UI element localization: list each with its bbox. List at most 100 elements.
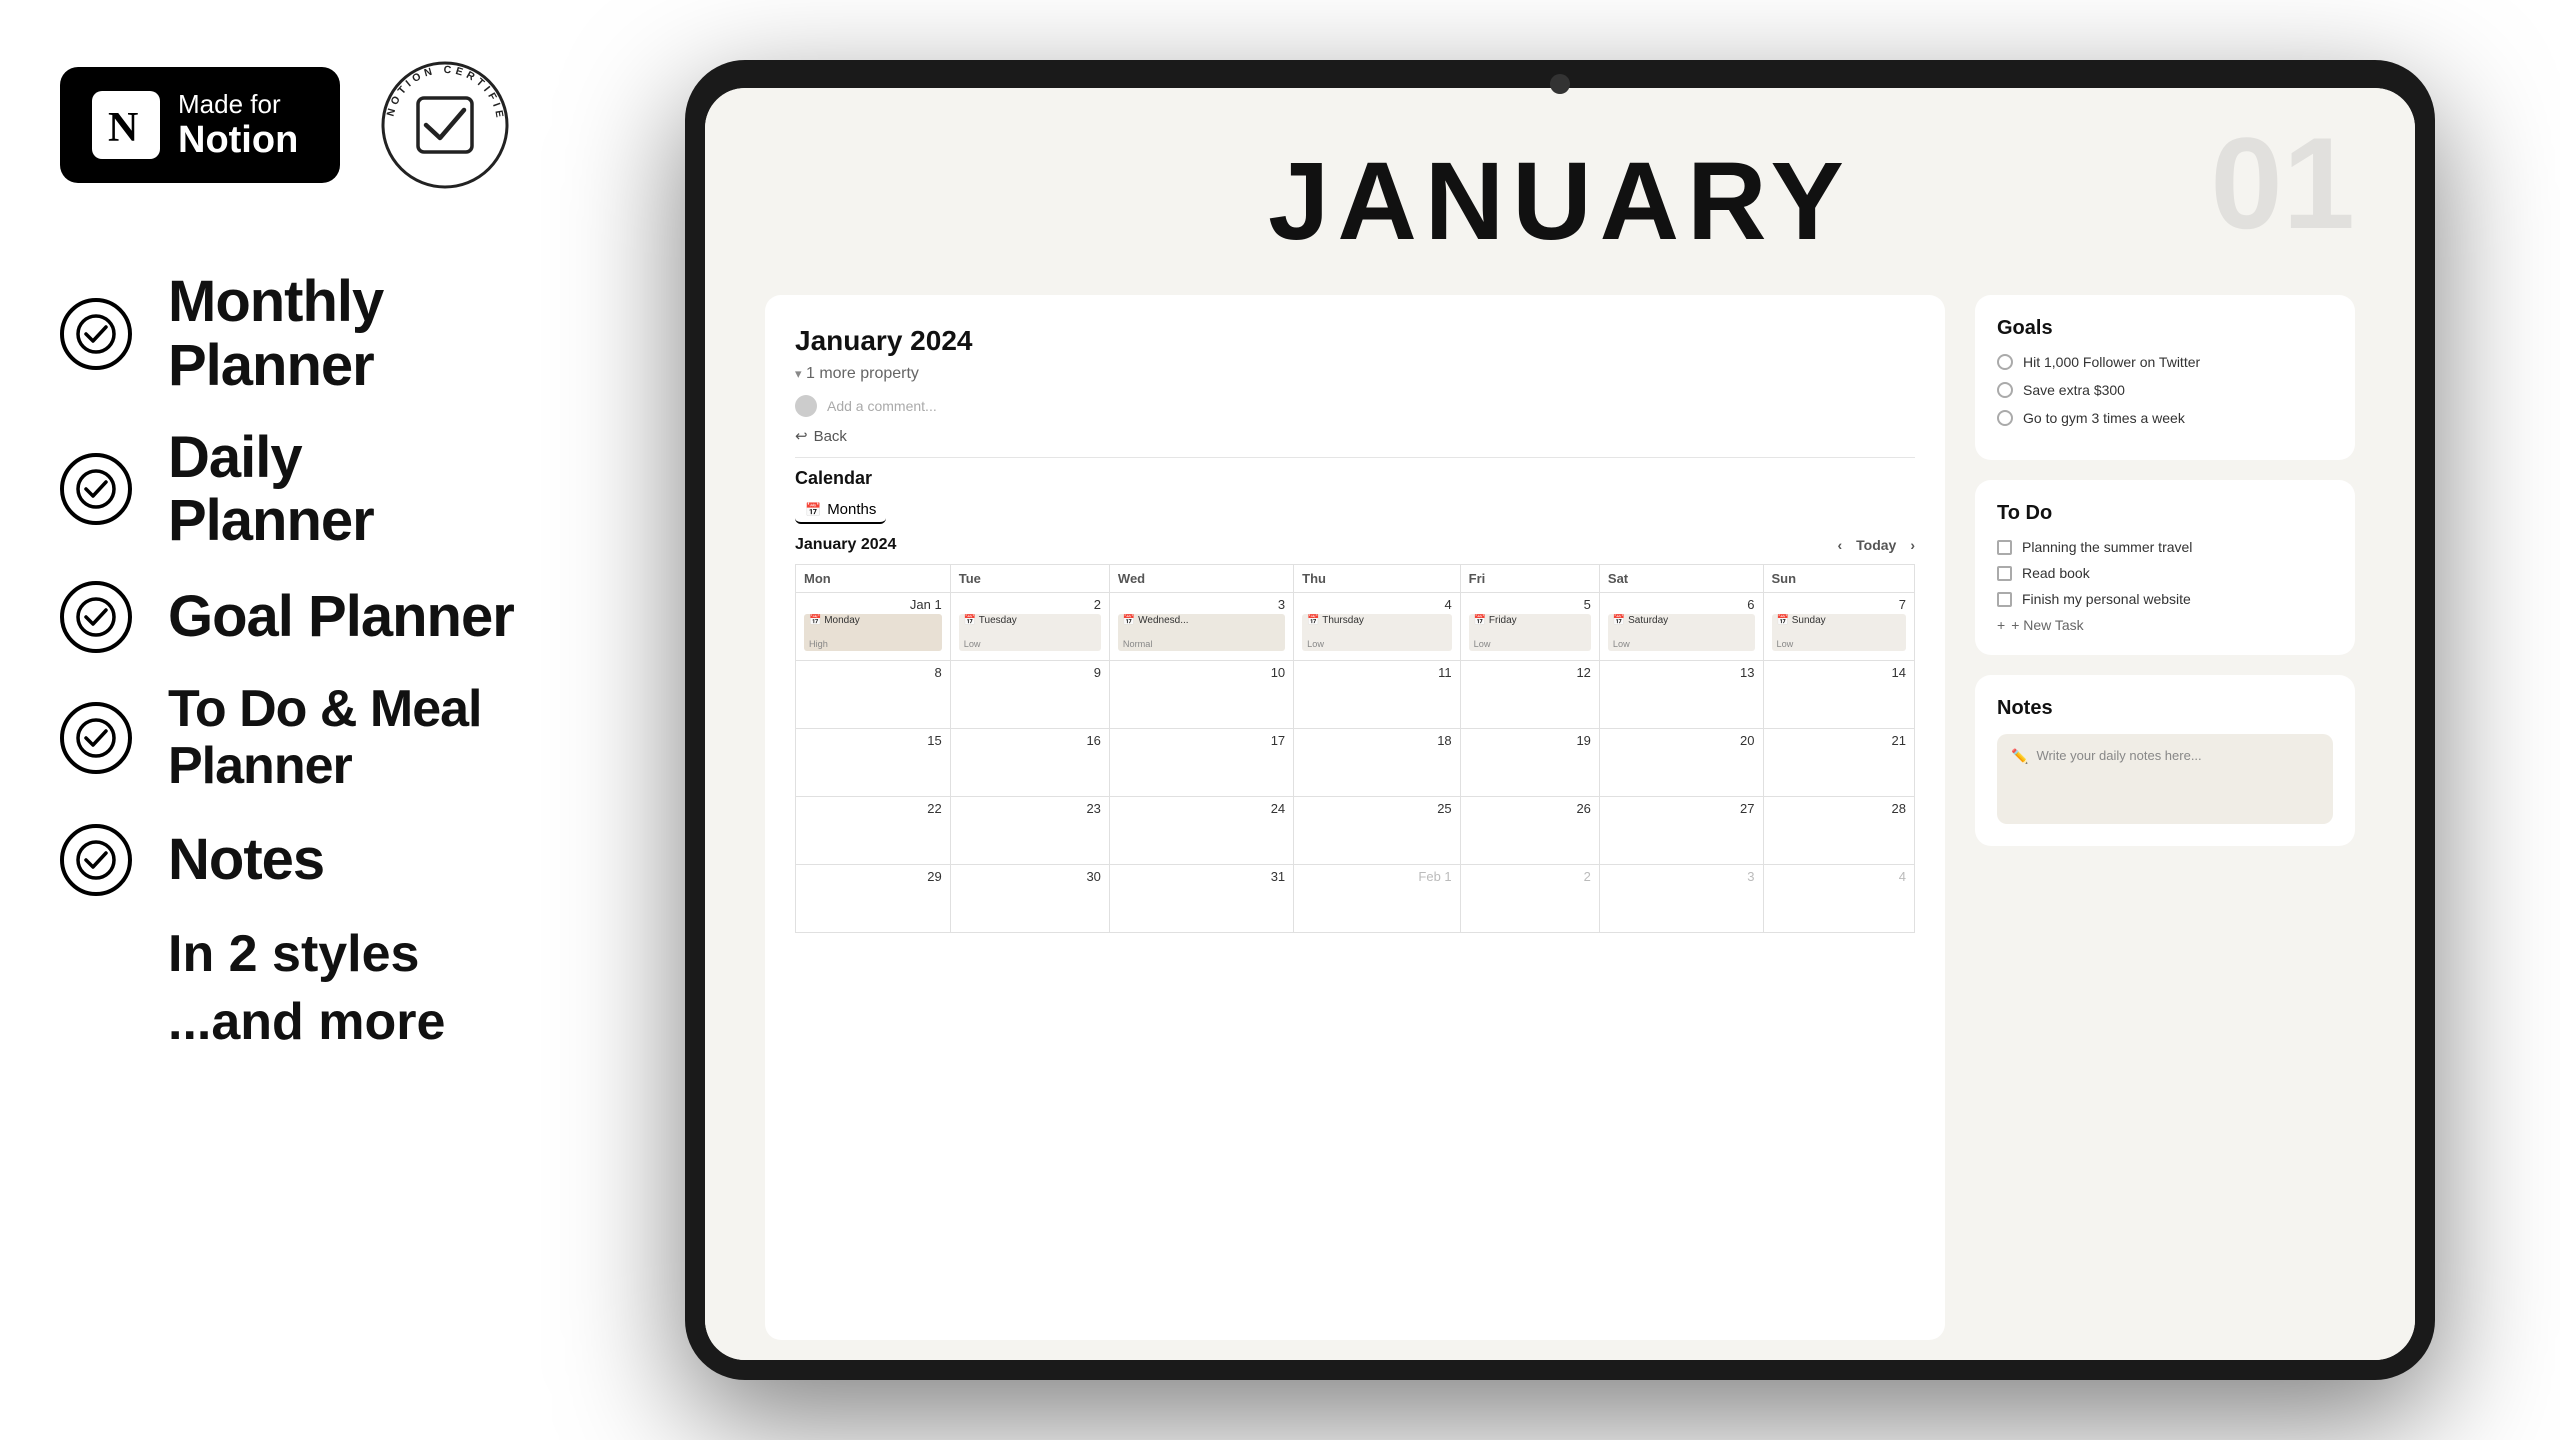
cal-day-29[interactable]: 29 bbox=[796, 865, 951, 933]
cal-day-30[interactable]: 30 bbox=[950, 865, 1109, 933]
cal-day-4[interactable]: 4 📅 ThursdayLow bbox=[1294, 593, 1461, 661]
calendar-nav: January 2024 ‹ Today › bbox=[795, 536, 1915, 554]
main-section: January 2024 ▾ 1 more property Add a com… bbox=[765, 295, 1945, 1340]
goal-item-3: Go to gym 3 times a week bbox=[1997, 410, 2333, 426]
next-month-button[interactable]: › bbox=[1910, 537, 1915, 553]
cal-day-18[interactable]: 18 bbox=[1294, 729, 1461, 797]
cal-day-15[interactable]: 15 bbox=[796, 729, 951, 797]
todo-card: To Do Planning the summer travel Read bo… bbox=[1975, 480, 2355, 655]
cal-day-24[interactable]: 24 bbox=[1109, 797, 1293, 865]
notes-area[interactable]: ✏️ Write your daily notes here... bbox=[1997, 734, 2333, 824]
notion-label: Notion bbox=[178, 120, 298, 162]
cal-day-8[interactable]: 8 bbox=[796, 661, 951, 729]
cal-day-9[interactable]: 9 bbox=[950, 661, 1109, 729]
cal-day-12[interactable]: 12 bbox=[1460, 661, 1599, 729]
feature-item-goal: Goal Planner bbox=[60, 581, 520, 653]
divider bbox=[795, 457, 1915, 458]
page-number: 01 bbox=[2210, 118, 2355, 248]
comment-placeholder: Add a comment... bbox=[827, 398, 937, 414]
cal-day-26[interactable]: 26 bbox=[1460, 797, 1599, 865]
todo-label-3: Finish my personal website bbox=[2022, 591, 2191, 607]
badge-text: Made for Notion bbox=[178, 89, 298, 162]
notes-card: Notes ✏️ Write your daily notes here... bbox=[1975, 675, 2355, 846]
goal-checkbox-1[interactable] bbox=[1997, 354, 2013, 370]
cal-day-28[interactable]: 28 bbox=[1763, 797, 1915, 865]
cal-day-10[interactable]: 10 bbox=[1109, 661, 1293, 729]
todo-item-3: Finish my personal website bbox=[1997, 591, 2333, 607]
page-title: JANUARY bbox=[785, 138, 2335, 265]
col-wed: Wed bbox=[1109, 565, 1293, 593]
cal-day-16[interactable]: 16 bbox=[950, 729, 1109, 797]
cal-day-jan1[interactable]: Jan 1 📅 MondayHigh bbox=[796, 593, 951, 661]
check-icon-daily bbox=[60, 453, 132, 525]
cal-day-22[interactable]: 22 bbox=[796, 797, 951, 865]
tablet-screen: JANUARY 01 January 2024 ▾ 1 more propert… bbox=[705, 88, 2415, 1360]
prev-month-button[interactable]: ‹ bbox=[1837, 537, 1842, 553]
cal-day-19[interactable]: 19 bbox=[1460, 729, 1599, 797]
cal-day-13[interactable]: 13 bbox=[1599, 661, 1763, 729]
todo-meal-label: To Do & Meal Planner bbox=[168, 681, 520, 795]
cal-day-7[interactable]: 7 📅 SundayLow bbox=[1763, 593, 1915, 661]
back-button[interactable]: ↩ Back bbox=[795, 427, 1915, 445]
goal-label-1: Hit 1,000 Follower on Twitter bbox=[2023, 354, 2200, 370]
feature-list: Monthly Planner Daily Planner Goal Plann… bbox=[60, 270, 520, 896]
monthly-planner-label: Monthly Planner bbox=[168, 270, 520, 398]
cal-day-11[interactable]: 11 bbox=[1294, 661, 1461, 729]
col-thu: Thu bbox=[1294, 565, 1461, 593]
notes-area-inner: ✏️ Write your daily notes here... bbox=[2011, 748, 2319, 765]
cal-day-feb4[interactable]: 4 bbox=[1763, 865, 1915, 933]
page-header: JANUARY 01 bbox=[705, 88, 2415, 285]
daily-planner-label: Daily Planner bbox=[168, 426, 520, 554]
cal-day-23[interactable]: 23 bbox=[950, 797, 1109, 865]
goal-checkbox-2[interactable] bbox=[1997, 382, 2013, 398]
feature-item-todo: To Do & Meal Planner bbox=[60, 681, 520, 795]
todo-item-2: Read book bbox=[1997, 565, 2333, 581]
in-2-styles-label: In 2 styles bbox=[60, 924, 520, 984]
cal-day-6[interactable]: 6 📅 SaturdayLow bbox=[1599, 593, 1763, 661]
goal-planner-label: Goal Planner bbox=[168, 585, 514, 649]
calendar-week-4: 22 23 24 25 26 27 28 bbox=[796, 797, 1915, 865]
cal-day-2[interactable]: 2 📅 TuesdayLow bbox=[950, 593, 1109, 661]
cal-day-21[interactable]: 21 bbox=[1763, 729, 1915, 797]
plus-icon: + bbox=[1997, 617, 2005, 633]
notion-n-icon: N bbox=[92, 91, 160, 159]
left-panel: N Made for Notion NOTION CERTIFIED NOTIO… bbox=[0, 0, 580, 1440]
check-icon-goal bbox=[60, 581, 132, 653]
right-panel: JANUARY 01 January 2024 ▾ 1 more propert… bbox=[580, 0, 2560, 1440]
new-task-button[interactable]: + + New Task bbox=[1997, 617, 2333, 633]
cal-day-feb1[interactable]: Feb 1 bbox=[1294, 865, 1461, 933]
cal-day-25[interactable]: 25 bbox=[1294, 797, 1461, 865]
notion-page: JANUARY 01 January 2024 ▾ 1 more propert… bbox=[705, 88, 2415, 1360]
today-button[interactable]: Today bbox=[1856, 537, 1896, 553]
todo-checkbox-3[interactable] bbox=[1997, 592, 2012, 607]
cal-day-27[interactable]: 27 bbox=[1599, 797, 1763, 865]
tablet-mockup: JANUARY 01 January 2024 ▾ 1 more propert… bbox=[685, 60, 2435, 1380]
certified-badge: NOTION CERTIFIED NOTION CERTIFIED bbox=[380, 60, 510, 190]
cal-day-31[interactable]: 31 bbox=[1109, 865, 1293, 933]
todo-label-1: Planning the summer travel bbox=[2022, 539, 2192, 555]
section-title: January 2024 bbox=[795, 325, 1915, 357]
check-icon-monthly bbox=[60, 298, 132, 370]
todo-checkbox-1[interactable] bbox=[1997, 540, 2012, 555]
goal-item-1: Hit 1,000 Follower on Twitter bbox=[1997, 354, 2333, 370]
col-mon: Mon bbox=[796, 565, 951, 593]
goal-checkbox-3[interactable] bbox=[1997, 410, 2013, 426]
todo-checkbox-2[interactable] bbox=[1997, 566, 2012, 581]
notes-label: Notes bbox=[168, 828, 324, 892]
calendar-week-1: Jan 1 📅 MondayHigh 2 📅 TuesdayLow bbox=[796, 593, 1915, 661]
calendar-icon: 📅 bbox=[805, 502, 821, 518]
cal-day-14[interactable]: 14 bbox=[1763, 661, 1915, 729]
cal-day-feb3[interactable]: 3 bbox=[1599, 865, 1763, 933]
notes-placeholder-text: Write your daily notes here... bbox=[2036, 748, 2201, 763]
calendar-nav-buttons: ‹ Today › bbox=[1837, 537, 1915, 553]
svg-text:N: N bbox=[108, 105, 138, 151]
cal-day-17[interactable]: 17 bbox=[1109, 729, 1293, 797]
months-tab[interactable]: 📅 Months bbox=[795, 497, 886, 524]
cal-day-20[interactable]: 20 bbox=[1599, 729, 1763, 797]
calendar-week-5: 29 30 31 Feb 1 2 3 4 bbox=[796, 865, 1915, 933]
calendar-section: January 2024 ‹ Today › Mo bbox=[795, 536, 1915, 933]
cal-day-3[interactable]: 3 📅 Wednesd...Normal bbox=[1109, 593, 1293, 661]
cal-day-5[interactable]: 5 📅 FridayLow bbox=[1460, 593, 1599, 661]
check-icon-notes bbox=[60, 824, 132, 896]
cal-day-feb2[interactable]: 2 bbox=[1460, 865, 1599, 933]
